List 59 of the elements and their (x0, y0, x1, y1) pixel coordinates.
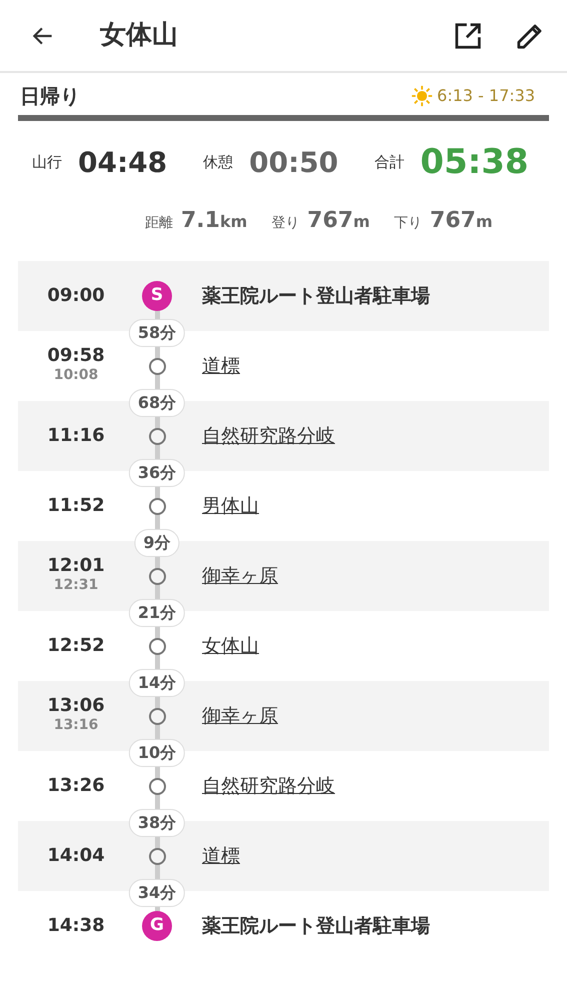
waypoint-icon (148, 848, 166, 864)
stat-label: 山行 (32, 152, 62, 174)
leg-duration: 10分 (128, 739, 186, 767)
leg-duration: 34分 (128, 879, 186, 907)
stat-value: 04:48 (78, 144, 168, 180)
distance-value: 7.1km (181, 207, 248, 235)
leg-duration: 68分 (128, 389, 186, 417)
waypoint-icon (148, 778, 166, 794)
waypoint-icon (148, 568, 166, 584)
arrival-time: 14:04 (46, 846, 106, 866)
waypoint-link[interactable]: 御幸ヶ原 (202, 702, 278, 730)
leg-duration: 14分 (128, 669, 186, 697)
external-link-icon (453, 20, 483, 50)
departure-time: 13:16 (52, 716, 100, 736)
distance-label: 下り (394, 214, 422, 233)
departure-time: 12:31 (52, 576, 100, 596)
leg-duration: 38分 (128, 809, 186, 837)
stat-label: 合計 (374, 152, 404, 174)
arrival-time: 11:52 (46, 496, 106, 516)
stat-label: 休憩 (203, 152, 234, 174)
arrival-time: 13:26 (46, 776, 106, 796)
distance-value: 767m (307, 207, 370, 235)
plan-type-label: 日帰り (20, 83, 80, 110)
stop-name: 薬王院ルート登山者駐車場 (202, 914, 430, 939)
distance-value: 767m (430, 207, 493, 235)
waypoint-link[interactable]: 自然研究路分岐 (202, 422, 335, 450)
stat-value: 00:50 (249, 144, 338, 180)
arrival-time: 09:58 (46, 346, 106, 366)
arrival-time: 14:38 (46, 916, 106, 936)
leg-duration: 58分 (128, 319, 186, 347)
daylight-hours: 6:13 - 17:33 (437, 85, 535, 107)
stat-value: 05:38 (420, 141, 529, 184)
waypoint-icon (148, 708, 166, 724)
stop-name: 薬王院ルート登山者駐車場 (202, 284, 430, 309)
leg-duration: 21分 (128, 599, 186, 627)
start-marker: S (142, 281, 172, 311)
waypoint-link[interactable]: 道標 (202, 842, 240, 870)
waypoint-link[interactable]: 道標 (202, 352, 240, 380)
waypoint-link[interactable]: 御幸ヶ原 (202, 562, 278, 590)
waypoint-icon (148, 638, 166, 654)
waypoint-icon (148, 498, 166, 514)
goal-marker: G (142, 911, 172, 941)
leg-duration: 36分 (128, 459, 186, 487)
waypoint-icon (148, 358, 166, 374)
departure-time: 10:08 (52, 366, 100, 386)
arrival-time: 12:52 (46, 636, 106, 656)
leg-duration: 9分 (134, 529, 180, 557)
waypoint-icon (148, 428, 166, 444)
sun-icon (411, 85, 434, 107)
waypoint-link[interactable]: 女体山 (202, 632, 259, 660)
page-title: 女体山 (100, 19, 178, 52)
distance-label: 距離 (145, 214, 173, 233)
arrival-time: 09:00 (46, 286, 106, 306)
distance-label: 登り (271, 214, 300, 233)
arrival-time: 11:16 (46, 426, 106, 446)
waypoint-link[interactable]: 男体山 (202, 492, 259, 520)
arrival-time: 13:06 (46, 696, 106, 716)
arrival-time: 12:01 (46, 556, 106, 576)
waypoint-link[interactable]: 自然研究路分岐 (202, 772, 335, 800)
